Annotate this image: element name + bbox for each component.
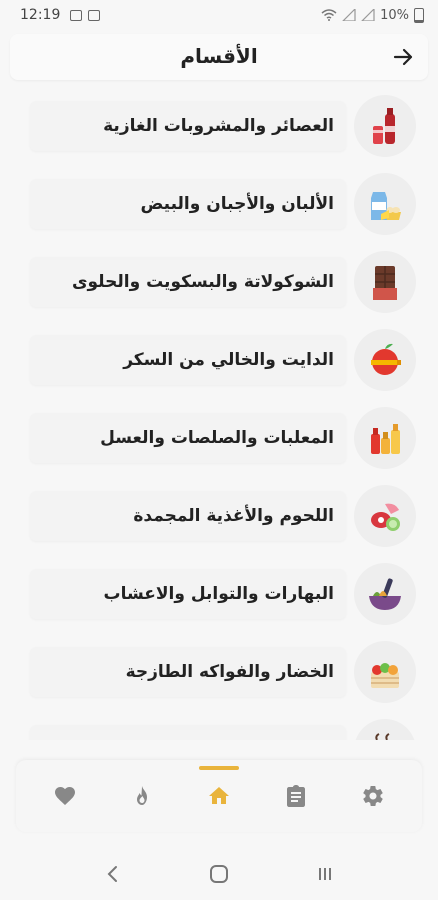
category-label[interactable]: المعلبات والصلصات والعسل [30,413,346,463]
message-notification-icon [88,9,101,21]
category-label[interactable]: العصائر والمشروبات الغازية [30,101,346,151]
nav-home[interactable] [189,766,249,826]
spices-mortar-icon[interactable] [354,563,416,625]
status-right: 10% [321,7,424,23]
category-item-partial[interactable] [26,716,424,740]
meat-icon[interactable] [354,485,416,547]
category-item[interactable]: الشوكولاتة والبسكويت والحلوى [26,248,424,318]
category-label[interactable]: اللحوم والأغذية المجمدة [30,491,346,541]
signal-icon [342,9,356,21]
signal-icon-2 [361,9,375,21]
category-label[interactable]: الخضار والفواكه الطازجة [30,647,346,697]
category-item[interactable]: العصائر والمشروبات الغازية [26,92,424,162]
clipboard-icon [287,785,306,807]
back-arrow-icon[interactable] [390,44,416,70]
category-item[interactable]: الخضار والفواكه الطازجة [26,638,424,708]
wifi-icon [321,9,337,21]
category-item[interactable]: اللحوم والأغذية المجمدة [26,482,424,552]
diet-apple-icon[interactable] [354,329,416,391]
page-title: الأقسام [180,44,258,68]
category-label[interactable]: الدايت والخالي من السكر [30,335,346,385]
nav-favorites[interactable] [35,766,95,826]
home-circle-icon [210,865,228,883]
system-nav-bar [0,848,438,900]
category-label-partial[interactable] [30,725,346,740]
category-label[interactable]: الألبان والأجبان والبيض [30,179,346,229]
recents-icon [319,868,331,880]
category-item[interactable]: الألبان والأجبان والبيض [26,170,424,240]
dairy-eggs-icon[interactable] [354,173,416,235]
bottom-nav [16,760,422,832]
sauce-bottles-icon[interactable] [354,407,416,469]
heart-icon [54,787,75,805]
soda-drinks-icon[interactable] [354,95,416,157]
category-icon-partial[interactable] [354,719,416,740]
gear-icon [363,786,384,806]
category-item[interactable]: البهارات والتوابل والاعشاب [26,560,424,630]
category-item[interactable]: المعلبات والصلصات والعسل [26,404,424,474]
status-time: 12:19 [20,7,61,23]
battery-icon [414,7,424,23]
category-label[interactable]: الشوكولاتة والبسكويت والحلوى [30,257,346,307]
nav-orders[interactable] [266,766,326,826]
chevron-left-icon [107,866,117,882]
vegetable-basket-icon[interactable] [354,641,416,703]
category-label[interactable]: البهارات والتوابل والاعشاب [30,569,346,619]
image-notification-icon [70,9,83,21]
system-home-button[interactable] [199,854,239,894]
category-list[interactable]: العصائر والمشروبات الغازية الألبان والأج… [0,88,438,740]
flame-icon [136,786,147,805]
battery-text: 10% [380,7,409,23]
home-icon [208,787,229,804]
chocolate-bar-icon[interactable] [354,251,416,313]
nav-settings[interactable] [343,766,403,826]
nav-hot[interactable] [112,766,172,826]
status-bar: 12:19 10% [0,0,438,30]
status-left: 12:19 [20,7,101,23]
system-back-button[interactable] [93,854,133,894]
header-bar: الأقسام [10,34,428,80]
system-recents-button[interactable] [305,854,345,894]
category-item[interactable]: الدايت والخالي من السكر [26,326,424,396]
